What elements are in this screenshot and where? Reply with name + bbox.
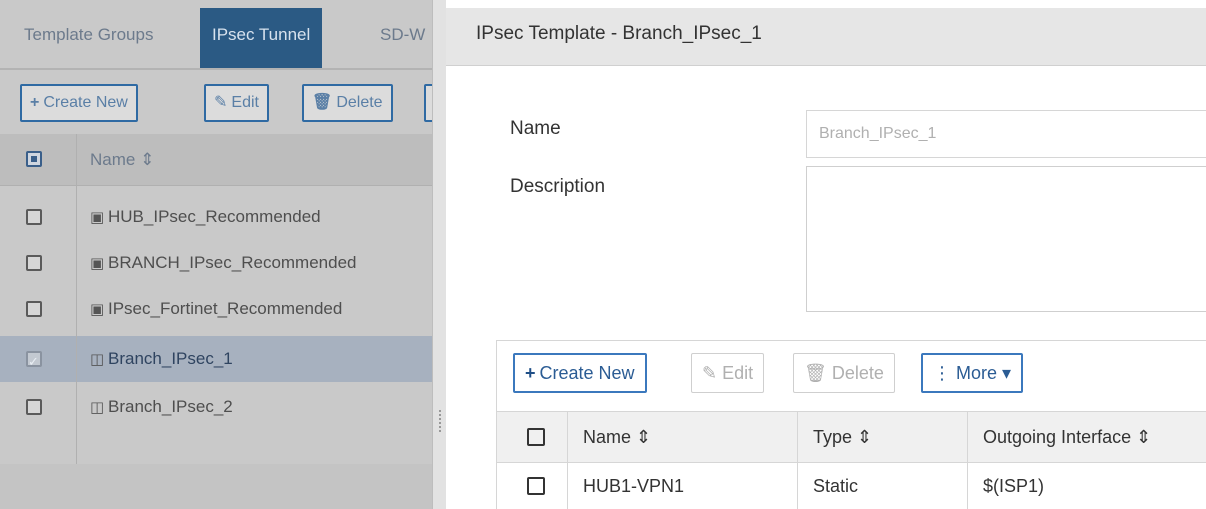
list-header: Name ⇕ — [0, 134, 432, 186]
tab-template-groups[interactable]: Template Groups — [12, 8, 165, 70]
name-column-header[interactable]: Name ⇕ — [583, 412, 651, 462]
row-name: IPsec_Fortinet_Recommended — [108, 299, 343, 318]
tunnel-edit-button[interactable]: ✎ Edit — [691, 353, 765, 393]
name-column-header[interactable]: Name ⇕ — [90, 134, 154, 186]
table-row[interactable]: HUB1-VPN1 Static $(ISP1) — [497, 463, 1206, 509]
template-recommended-icon: ▣ — [90, 209, 105, 226]
template-device-icon: ◫ — [90, 399, 105, 416]
edit-icon: ✎ — [214, 94, 228, 111]
row-checkbox[interactable] — [26, 255, 42, 271]
column-divider — [797, 412, 798, 462]
outgoing-interface-column-header[interactable]: Outgoing Interface ⇕ — [983, 412, 1151, 462]
template-list-panel: Template Groups IPsec Tunnel SD-W + Creat… — [0, 0, 432, 509]
trash-icon: 🗑 — [312, 94, 333, 111]
tab-ipsec-tunnel[interactable]: IPsec Tunnel — [200, 8, 323, 70]
tunnel-create-new-button[interactable]: + Create New — [513, 353, 647, 393]
row-checkbox[interactable] — [26, 301, 42, 317]
more-vertical-icon: ⋮ — [933, 363, 957, 383]
tunnel-name: HUB1-VPN1 — [583, 476, 685, 496]
template-recommended-icon: ▣ — [90, 301, 105, 318]
chevron-down-icon: ▾ — [997, 363, 1012, 383]
trash-icon: 🗑 — [804, 363, 832, 383]
column-divider — [567, 463, 568, 509]
row-name: Branch_IPsec_2 — [108, 397, 233, 416]
create-new-button[interactable]: + Create New — [20, 84, 138, 122]
edit-icon: ✎ — [702, 363, 723, 383]
name-label: Name — [510, 118, 561, 139]
column-divider — [967, 463, 968, 509]
delete-button[interactable]: 🗑 Delete — [302, 84, 393, 122]
list-item-selected[interactable]: ◫Branch_IPsec_1 — [0, 336, 432, 385]
row-name: BRANCH_IPsec_Recommended — [108, 253, 357, 272]
template-device-icon: ◫ — [90, 351, 105, 368]
select-all-checkbox[interactable] — [527, 428, 545, 446]
column-divider — [967, 412, 968, 462]
type-column-header[interactable]: Type ⇕ — [813, 412, 872, 462]
tunnel-toolbar: + Create New ✎ Edit 🗑 Delete ⋮ More ▾ — [497, 341, 1206, 405]
grip-icon — [439, 410, 441, 432]
column-divider — [76, 134, 77, 464]
tunnel-outgoing-interface: $(ISP1) — [983, 476, 1045, 496]
row-name: HUB_IPsec_Recommended — [108, 207, 321, 226]
edit-label: Edit — [722, 363, 754, 383]
edit-label: Edit — [231, 94, 259, 111]
row-checkbox[interactable] — [26, 209, 42, 225]
list-item[interactable]: ▣ IPsec_Fortinet_Recommended — [0, 286, 432, 332]
create-new-label: Create New — [539, 363, 635, 383]
column-divider — [797, 463, 798, 509]
row-name: Branch_IPsec_1 — [108, 349, 233, 368]
list-item[interactable]: ◫ Branch_IPsec_2 — [0, 384, 432, 430]
plus-icon: + — [30, 94, 40, 111]
tab-sd-wan[interactable]: SD-W — [368, 8, 432, 70]
edit-button[interactable]: ✎ Edit — [204, 84, 269, 122]
more-label: More — [956, 363, 998, 383]
description-label: Description — [510, 176, 606, 197]
name-field[interactable]: Branch_IPsec_1 — [806, 110, 1206, 158]
delete-label: Delete — [336, 94, 383, 111]
tunnel-table-section: + Create New ✎ Edit 🗑 Delete ⋮ More ▾ Nam… — [496, 340, 1206, 509]
tab-bar: Template Groups IPsec Tunnel SD-W — [0, 8, 432, 70]
delete-label: Delete — [831, 363, 884, 383]
tunnel-delete-button[interactable]: 🗑 Delete — [793, 353, 895, 393]
list-item[interactable]: ▣ HUB_IPsec_Recommended — [0, 194, 432, 240]
template-recommended-icon: ▣ — [90, 255, 105, 272]
row-checkbox[interactable] — [26, 399, 42, 415]
create-new-label: Create New — [43, 94, 128, 111]
tunnel-type: Static — [813, 476, 859, 496]
tab-divider — [0, 68, 432, 70]
list-footer — [0, 464, 432, 509]
list-item[interactable]: ▣ BRANCH_IPsec_Recommended — [0, 240, 432, 286]
row-checkbox-checked[interactable] — [26, 339, 42, 385]
tunnel-more-button[interactable]: ⋮ More ▾ — [921, 353, 1024, 393]
description-field[interactable] — [806, 166, 1206, 312]
column-divider — [567, 412, 568, 462]
panel-resize-handle[interactable] — [432, 0, 446, 509]
select-all-checkbox[interactable] — [26, 151, 42, 167]
list-toolbar: + Create New ✎ Edit 🗑 Delete — [0, 76, 432, 128]
row-checkbox[interactable] — [527, 477, 545, 495]
ipsec-template-panel: IPsec Template - Branch_IPsec_1 Name Bra… — [446, 0, 1206, 509]
plus-icon: + — [525, 363, 536, 383]
panel-title: IPsec Template - Branch_IPsec_1 — [446, 8, 1206, 66]
tunnel-table-header: Name ⇕ Type ⇕ Outgoing Interface ⇕ — [497, 411, 1206, 463]
more-button-edge[interactable] — [424, 84, 432, 122]
